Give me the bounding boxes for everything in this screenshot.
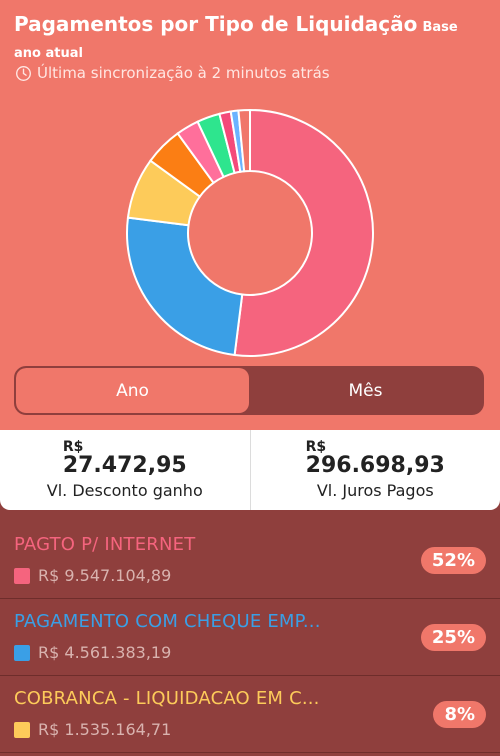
totals-card: R$ 27.472,95 Vl. Desconto ganho R$ 296.6… xyxy=(0,430,500,510)
interest-value: 296.698,93 xyxy=(305,453,445,478)
item-name: PAGAMENTO COM CHEQUE EMP... xyxy=(14,611,321,632)
title-main: Pagamentos por Tipo de Liquidação xyxy=(14,12,418,36)
legend-swatch xyxy=(14,567,30,584)
item-value: R$ 9.547.104,89 xyxy=(14,566,171,585)
list-item[interactable]: COBRANCA - LIQUIDACAO EM C... R$ 1.535.1… xyxy=(0,676,500,753)
discount-label: Vl. Desconto ganho xyxy=(46,481,203,500)
item-amount: R$ 1.535.164,71 xyxy=(38,720,172,739)
toggle-month[interactable]: Mês xyxy=(249,368,482,413)
discount-value: 27.472,95 xyxy=(62,453,187,478)
item-amount: R$ 9.547.104,89 xyxy=(38,566,172,585)
period-toggle: Ano Mês xyxy=(14,366,484,415)
sync-text: Última sincronização à 2 minutos atrás xyxy=(37,64,330,82)
interest-label: Vl. Juros Pagos xyxy=(316,481,434,500)
legend-swatch xyxy=(14,721,30,738)
item-name: PAGTO P/ INTERNET xyxy=(14,534,196,555)
discount-currency: R$ xyxy=(62,439,84,455)
settlement-list: PAGTO P/ INTERNET R$ 9.547.104,89 52% PA… xyxy=(0,522,500,753)
discount-total: R$ 27.472,95 Vl. Desconto ganho xyxy=(0,430,250,510)
item-value: R$ 4.561.383,19 xyxy=(14,643,171,662)
legend-swatch xyxy=(14,644,30,661)
page-title: Pagamentos por Tipo de Liquidação Base a… xyxy=(14,12,486,66)
donut-chart xyxy=(126,108,374,357)
list-item[interactable]: PAGTO P/ INTERNET R$ 9.547.104,89 52% xyxy=(0,522,500,599)
percent-badge: 52% xyxy=(420,547,486,574)
toggle-year[interactable]: Ano xyxy=(16,368,249,413)
interest-currency: R$ xyxy=(305,439,327,455)
item-name: COBRANCA - LIQUIDACAO EM C... xyxy=(14,688,320,709)
percent-badge: 25% xyxy=(420,624,486,651)
item-amount: R$ 4.561.383,19 xyxy=(38,643,172,662)
list-item[interactable]: PAGAMENTO COM CHEQUE EMP... R$ 4.561.383… xyxy=(0,599,500,676)
item-value: R$ 1.535.164,71 xyxy=(14,720,171,739)
interest-total: R$ 296.698,93 Vl. Juros Pagos xyxy=(249,430,500,510)
donut-slice xyxy=(233,108,374,357)
header-panel: Pagamentos por Tipo de Liquidação Base a… xyxy=(0,0,500,430)
sync-status: Última sincronização à 2 minutos atrás xyxy=(15,64,330,82)
percent-badge: 8% xyxy=(433,701,486,728)
clock-icon xyxy=(16,65,31,81)
donut-slice xyxy=(126,216,244,357)
